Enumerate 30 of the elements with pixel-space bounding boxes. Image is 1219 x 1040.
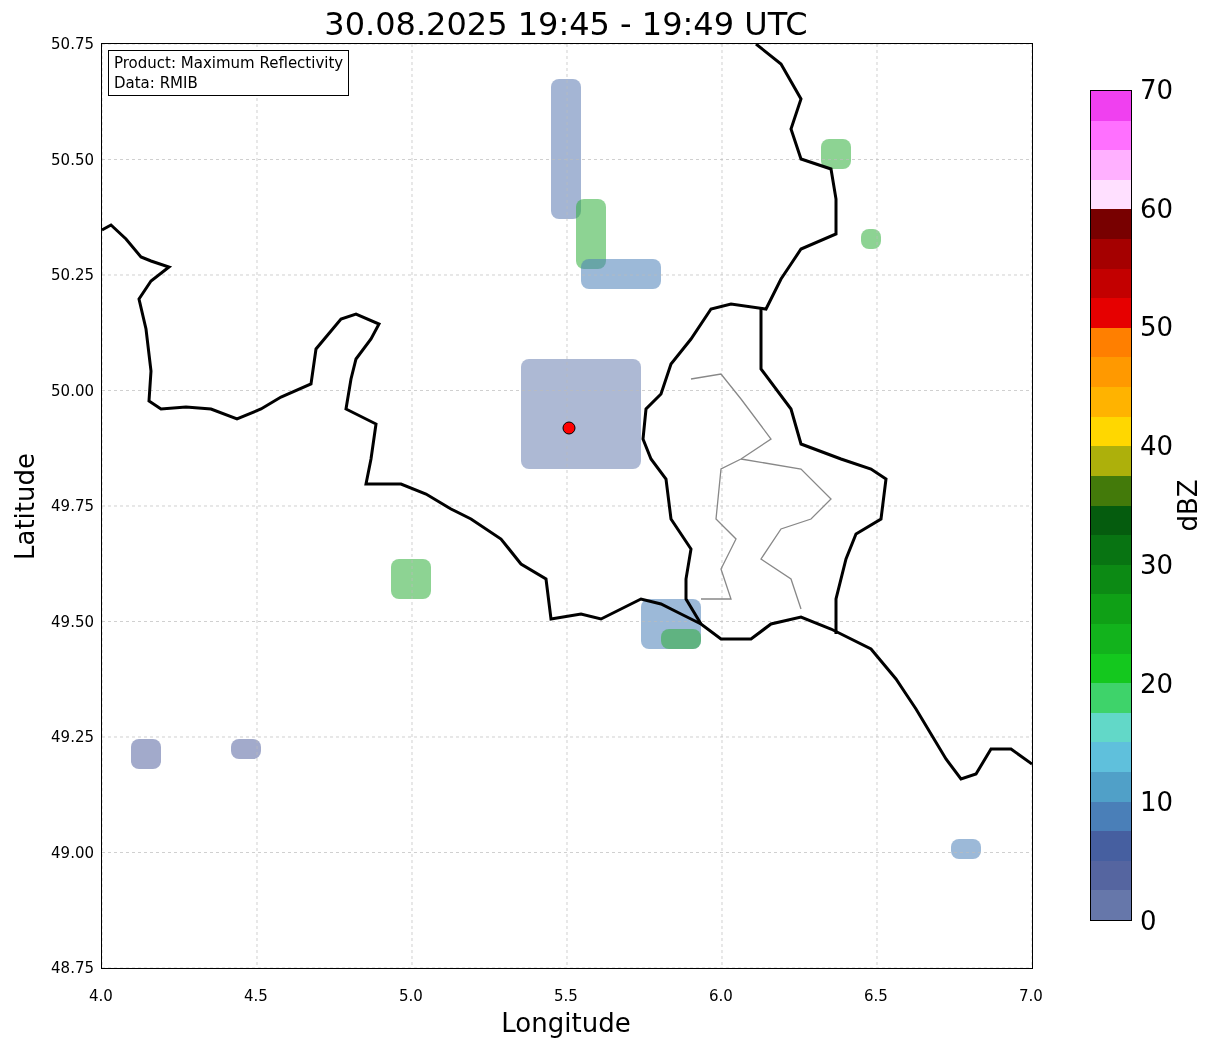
y-tick-label: 48.75 (51, 958, 94, 978)
colorbar-tick-label: 60 (1140, 193, 1174, 224)
colorbar-tick-label: 50 (1140, 312, 1174, 343)
y-tick-label: 50.25 (51, 265, 94, 285)
x-tick-label: 5.0 (398, 986, 424, 1006)
x-tick-label: 5.5 (553, 986, 579, 1006)
colorbar-tick-label: 10 (1140, 787, 1174, 818)
x-tick-label: 7.0 (1018, 986, 1044, 1006)
y-tick-label: 49.75 (51, 496, 94, 516)
colorbar-tick-label: 70 (1140, 75, 1174, 105)
y-tick-label: 49.50 (51, 611, 94, 632)
chart-title: 30.08.2025 19:45 - 19:49 UTC (324, 4, 808, 44)
colorbar-tick-label: 20 (1140, 668, 1174, 699)
y-tick-label: 50.75 (51, 34, 94, 54)
y-tick-label: 50.00 (51, 380, 94, 401)
colorbar-tick-label: 30 (1140, 549, 1174, 580)
x-tick-label: 4.5 (243, 986, 269, 1006)
legend-text: Product: Maximum Reflectivity (114, 53, 344, 73)
y-tick-label: 50.50 (51, 149, 94, 170)
x-tick-label: 6.0 (708, 986, 734, 1006)
x-axis-label: Longitude (501, 1007, 631, 1040)
x-tick-label: 4.0 (88, 986, 114, 1006)
y-tick-label: 49.25 (51, 727, 94, 747)
colorbar-tick-label: 0 (1140, 905, 1158, 936)
y-axis-label: Latitude (8, 452, 41, 560)
colorbar-tick-label: 40 (1140, 431, 1174, 462)
y-tick-label: 49.00 (51, 842, 94, 863)
x-tick-label: 6.5 (863, 986, 889, 1006)
colorbar-label: dBZ (1171, 479, 1204, 532)
legend-text: Data: RMIB (114, 73, 199, 93)
